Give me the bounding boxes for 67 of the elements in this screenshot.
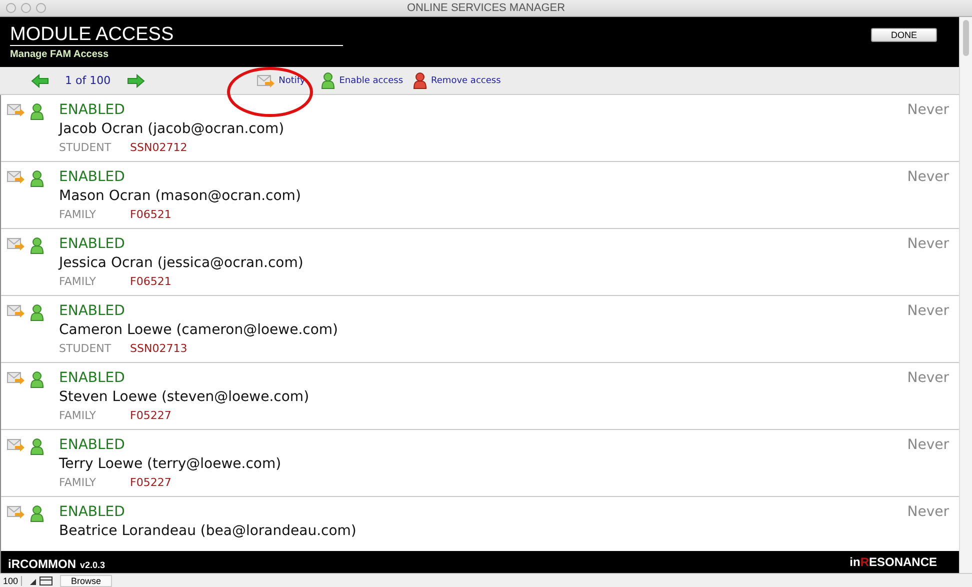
user-name: Steven Loewe (steven@loewe.com) (59, 388, 310, 407)
last-notified: Never (907, 302, 950, 321)
app-name: iRCOMMON (8, 556, 76, 570)
next-arrow-icon[interactable] (126, 74, 145, 88)
user-id: F06521 (130, 274, 172, 290)
user-name: Beatrice Lorandeau (bea@lorandeau.com) (59, 522, 358, 541)
status-text: ENABLED (59, 436, 126, 454)
user-id: F05227 (130, 475, 172, 491)
status-text: ENABLED (59, 302, 126, 320)
user-name: Cameron Loewe (cameron@loewe.com) (59, 321, 340, 340)
last-notified: Never (907, 369, 950, 388)
user-name: Jacob Ocran (jacob@ocran.com) (59, 120, 286, 139)
person-icon (30, 304, 44, 321)
user-id: SSN02712 (130, 140, 188, 156)
page-counter: 1 of 100 (65, 74, 111, 87)
person-icon (321, 72, 336, 89)
previous-arrow-icon[interactable] (31, 74, 49, 88)
user-name: Terry Loewe (terry@loewe.com) (59, 455, 282, 474)
person-icon (30, 505, 44, 522)
status-text: ENABLED (59, 168, 126, 186)
envelope-arrow-icon (7, 103, 25, 117)
user-name: Jessica Ocran (jessica@ocran.com) (59, 254, 304, 273)
person-icon (30, 237, 44, 254)
toolbar-toggle-icon[interactable] (28, 576, 54, 586)
brand-logo: inRESONANCE (850, 555, 938, 569)
enable-button[interactable]: Enable access (319, 72, 406, 89)
envelope-arrow-icon (7, 505, 25, 519)
person-icon (30, 103, 44, 120)
user-type: STUDENT (59, 140, 112, 156)
user-id: F06521 (130, 207, 172, 223)
notify-button[interactable]: Notify (254, 74, 308, 88)
last-notified: Never (907, 101, 950, 120)
status-text: ENABLED (59, 101, 126, 119)
window-title: ONLINE SERVICES MANAGER (406, 2, 566, 14)
person-icon (30, 371, 44, 388)
person-icon (413, 72, 428, 89)
mode-button[interactable]: Browse (60, 574, 112, 586)
page-title: MODULE ACCESS (10, 25, 343, 46)
remove-button[interactable]: Remove access (411, 72, 503, 89)
user-type: FAMILY (59, 274, 97, 290)
last-notified: Never (907, 235, 950, 254)
last-notified: Never (907, 503, 950, 522)
user-id: SSN02713 (130, 341, 188, 357)
done-button[interactable]: DONE (871, 28, 938, 42)
user-id: F05227 (130, 408, 172, 424)
app-version: v2.0.3 (80, 560, 106, 570)
user-type: FAMILY (59, 408, 97, 424)
status-text: ENABLED (59, 369, 126, 387)
user-type: FAMILY (59, 475, 97, 491)
envelope-arrow-icon (7, 237, 25, 251)
last-notified: Never (907, 168, 950, 187)
last-notified: Never (907, 436, 950, 455)
scrollbar-thumb[interactable] (963, 20, 970, 56)
zoom-level[interactable]: 100 (0, 576, 22, 586)
envelope-arrow-icon (7, 170, 25, 184)
person-icon (30, 170, 44, 187)
user-name: Mason Ocran (mason@ocran.com) (59, 187, 302, 206)
user-type: STUDENT (59, 341, 112, 357)
status-text: ENABLED (59, 503, 126, 521)
envelope-arrow-icon (7, 304, 25, 318)
person-icon (30, 438, 44, 455)
envelope-arrow-icon (256, 74, 275, 88)
envelope-arrow-icon (7, 438, 25, 452)
status-text: ENABLED (59, 235, 126, 253)
page-subtitle: Manage FAM Access (10, 49, 110, 60)
envelope-arrow-icon (7, 371, 25, 385)
user-type: FAMILY (59, 207, 97, 223)
